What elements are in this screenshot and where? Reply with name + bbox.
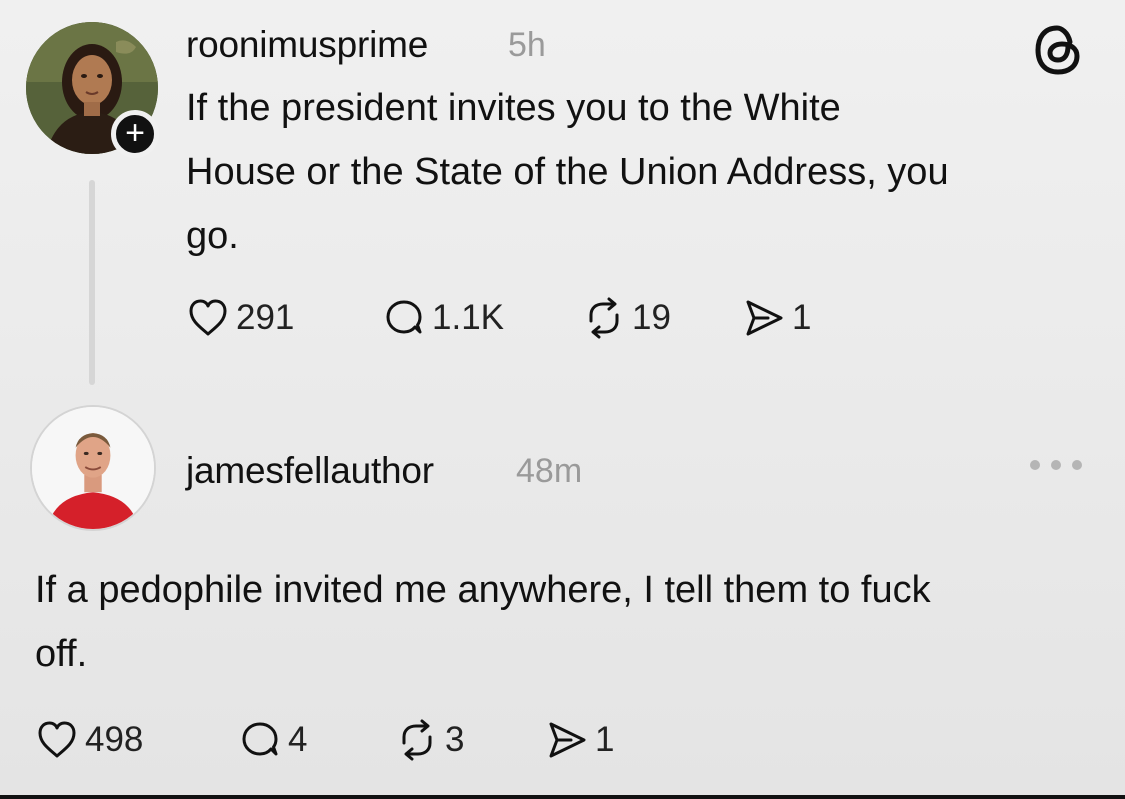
share-count: 1 bbox=[792, 298, 812, 337]
share-count: 1 bbox=[595, 720, 615, 759]
post2-text-line: If a pedophile invited me anywhere, I te… bbox=[35, 569, 931, 611]
bottom-border bbox=[0, 795, 1125, 799]
reply-count: 4 bbox=[288, 720, 308, 759]
comment-bubble-icon bbox=[242, 722, 278, 756]
reply-button[interactable]: 4 bbox=[238, 718, 395, 762]
share-button[interactable]: 1 bbox=[742, 296, 811, 340]
post2-timestamp: 48m bbox=[516, 452, 583, 490]
threads-logo-icon bbox=[1035, 25, 1080, 75]
comment-bubble-icon bbox=[386, 300, 422, 334]
heart-icon bbox=[38, 721, 76, 758]
repost-count: 3 bbox=[445, 720, 465, 759]
post2-text-line: off. bbox=[35, 633, 88, 675]
post2-username[interactable]: jamesfellauthor bbox=[186, 450, 434, 492]
post1-timestamp: 5h bbox=[508, 26, 546, 64]
reply-button[interactable]: 1.1K bbox=[382, 296, 582, 340]
post1-text-line: If the president invites you to the Whit… bbox=[186, 87, 841, 129]
post1-username[interactable]: roonimusprime bbox=[186, 24, 428, 66]
more-dots-icon bbox=[1051, 460, 1061, 470]
share-send-icon bbox=[549, 722, 586, 758]
more-dots-icon bbox=[1072, 460, 1082, 470]
like-button[interactable]: 498 bbox=[35, 718, 238, 762]
post1-text-line: House or the State of the Union Address,… bbox=[186, 151, 949, 193]
post1-text: If the president invites you to the Whit… bbox=[186, 76, 949, 268]
repost-arrows-icon bbox=[402, 719, 432, 761]
repost-count: 19 bbox=[632, 298, 671, 337]
like-count: 291 bbox=[236, 298, 295, 337]
post2-text: If a pedophile invited me anywhere, I te… bbox=[35, 558, 931, 686]
heart-icon bbox=[189, 299, 227, 336]
post2-actions: 498 4 3 1 bbox=[35, 718, 614, 762]
follow-plus-button[interactable]: + bbox=[111, 110, 159, 158]
more-dots-icon bbox=[1030, 460, 1040, 470]
share-button[interactable]: 1 bbox=[545, 718, 614, 762]
like-button[interactable]: 291 bbox=[186, 296, 382, 340]
thread-screen: + roonimusprime 5h If the president invi… bbox=[0, 0, 1125, 799]
share-send-icon bbox=[746, 300, 783, 336]
avatar-jamesfellauthor[interactable] bbox=[30, 405, 156, 531]
post1-text-line: go. bbox=[186, 215, 239, 257]
repost-button[interactable]: 3 bbox=[395, 718, 545, 762]
post1-actions: 291 1.1K 19 1 bbox=[186, 296, 811, 340]
reply-count: 1.1K bbox=[432, 298, 504, 337]
more-options-button[interactable] bbox=[1030, 455, 1082, 475]
like-count: 498 bbox=[85, 720, 144, 759]
repost-arrows-icon bbox=[589, 297, 619, 339]
repost-button[interactable]: 19 bbox=[582, 296, 742, 340]
thread-connector-line bbox=[89, 180, 95, 385]
